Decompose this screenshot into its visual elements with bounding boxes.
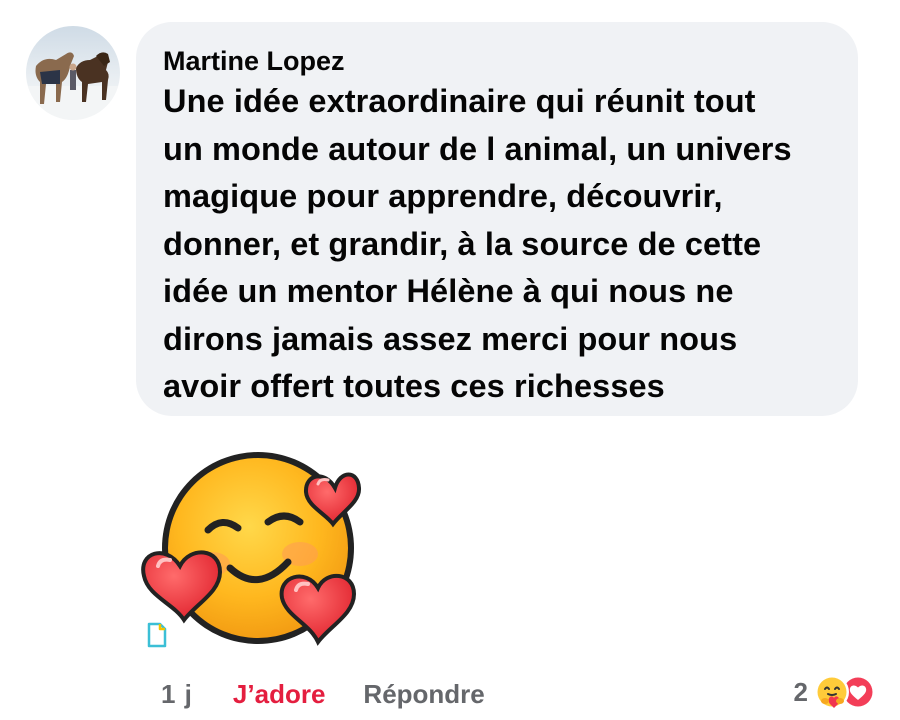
love-reaction-button[interactable]: J’adore [233,679,326,710]
avatar[interactable] [26,26,120,120]
avatar-horses-photo [26,26,120,120]
comment-thread: Martine Lopez Une idée extraordinaire qu… [0,0,900,720]
smiling-face-with-hearts-icon[interactable] [140,448,370,652]
comment-timestamp[interactable]: 1 j [161,679,193,710]
care-icon [814,674,850,710]
reaction-summary[interactable]: 2 [794,668,876,716]
comment-actions: 1 j J’adore Répondre [161,672,485,716]
comment-author[interactable]: Martine Lopez [163,44,345,78]
comment-text: Une idée extraordinaire qui réunit tout … [163,83,792,404]
file-attachment-icon [146,622,168,648]
comment-bubble: Martine Lopez Une idée extraordinaire qu… [136,22,858,416]
reaction-count: 2 [793,676,808,707]
reply-button[interactable]: Répondre [363,679,484,710]
reaction-icons [814,672,876,712]
